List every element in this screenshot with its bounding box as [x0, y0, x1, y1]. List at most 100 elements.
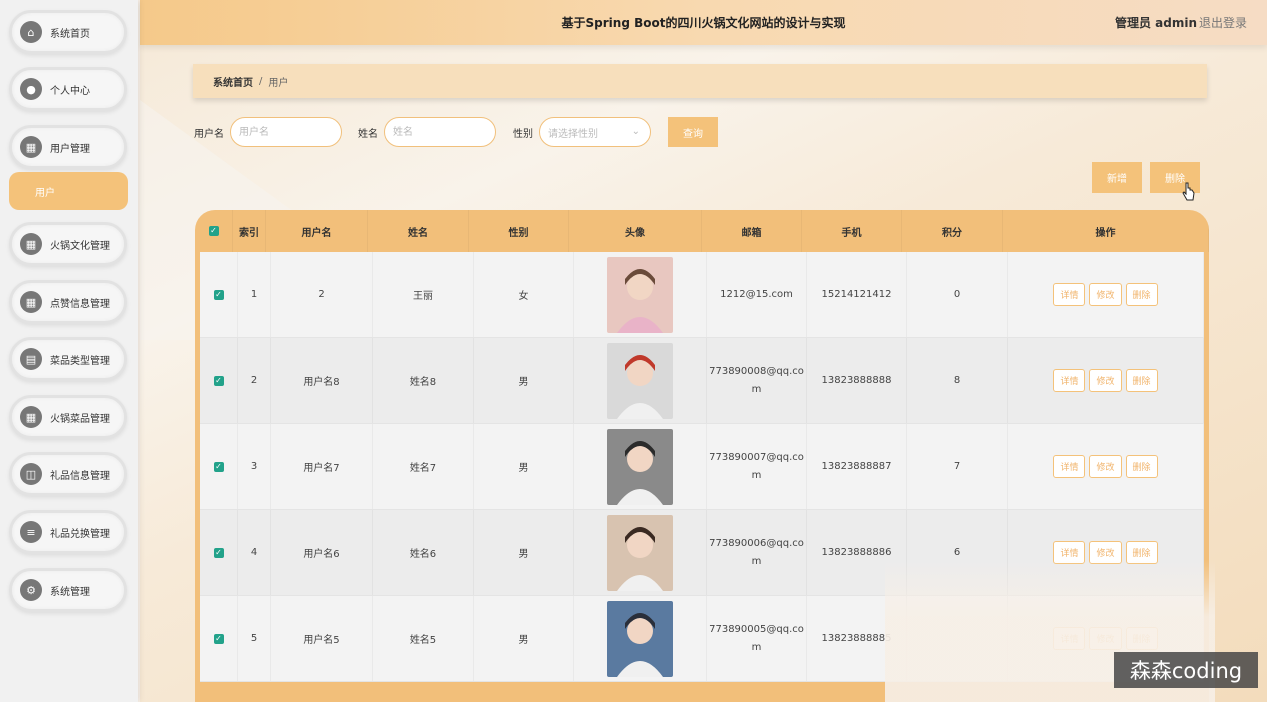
sidebar-item-label: 点赞信息管理	[50, 298, 110, 310]
username-input[interactable]	[230, 117, 342, 147]
row-checkbox[interactable]: ✓	[213, 547, 224, 558]
column-header: 索引	[233, 210, 266, 252]
row-checkbox[interactable]: ✓	[213, 375, 224, 386]
row-checkbox[interactable]: ✓	[213, 289, 224, 300]
name-input[interactable]	[384, 117, 496, 147]
select-all-cell: ✓	[195, 210, 233, 252]
edit-button[interactable]: 修改	[1089, 369, 1122, 392]
row-email: 773890006@qq.co	[709, 537, 804, 549]
edit-button[interactable]: 修改	[1089, 455, 1122, 478]
name-label: 姓名	[358, 129, 378, 140]
column-header: 姓名	[368, 210, 469, 252]
mouse-cursor-icon	[1182, 182, 1195, 201]
settings-icon: ⚙	[20, 579, 42, 601]
sidebar-item-label: 系统首页	[50, 28, 90, 40]
current-user: 管理员 admin	[1114, 16, 1197, 30]
column-header: 性别	[469, 210, 569, 252]
table-cell: 773890006@qq.co m	[707, 510, 807, 595]
row-email-wrap: m	[751, 641, 762, 653]
table-cell	[574, 252, 707, 337]
select-all-checkbox[interactable]: ✓	[208, 226, 219, 236]
user-icon: ●	[20, 78, 42, 100]
table-header: ✓ 索引 用户名 姓名 性别 头像 邮箱 手机 积分 操作	[195, 210, 1209, 252]
sidebar-item-label: 火锅菜品管理	[50, 413, 110, 425]
watermark: 森森coding	[1114, 652, 1258, 688]
sidebar-item-home[interactable]: ⌂ 系统首页	[9, 10, 127, 54]
avatar	[607, 428, 673, 505]
row-checkbox[interactable]: ✓	[213, 633, 224, 644]
sidebar-item-label: 系统管理	[50, 586, 90, 598]
row-name: 姓名5	[409, 635, 437, 646]
table-cell: 用户名8	[271, 338, 373, 423]
table-cell: ✓	[200, 252, 238, 337]
sidebar-subitem-users[interactable]: 用户	[9, 172, 128, 210]
sidebar-item-gifts[interactable]: ◫ 礼品信息管理	[9, 452, 127, 496]
table-cell: 2	[271, 252, 373, 337]
grid-icon: ▦	[20, 291, 42, 313]
gender-select[interactable]: 请选择性别 ⌄	[539, 117, 651, 147]
table-row[interactable]: ✓ 1 2 王丽 女 1212@15.com 15214121412 0 详情 修改 删除	[200, 252, 1204, 338]
gender-select-placeholder: 请选择性别	[548, 128, 598, 140]
sidebar-item-likes[interactable]: ▦ 点赞信息管理	[9, 280, 127, 324]
row-actions: 详情修改删除	[1053, 369, 1158, 392]
table-cell: 15214121412	[807, 252, 907, 337]
table-cell: 0	[907, 252, 1008, 337]
column-header: 积分	[902, 210, 1003, 252]
row-gender: 男	[518, 549, 529, 560]
table-row[interactable]: ✓ 3 用户名7 姓名7 男 773890007@qq.co m 13823888887 7 详情…	[200, 424, 1204, 510]
sidebar-item-label: 火锅文化管理	[50, 240, 110, 252]
sidebar-item-user-management[interactable]: ▦ 用户管理	[9, 125, 127, 169]
row-checkbox[interactable]: ✓	[213, 461, 224, 472]
row-username: 2	[318, 289, 325, 300]
row-points: 0	[953, 289, 961, 300]
add-button[interactable]: 新增	[1092, 162, 1142, 193]
table-cell: 姓名7	[373, 424, 474, 509]
row-actions: 详情修改删除	[1053, 455, 1158, 478]
grid-icon: ▦	[20, 136, 42, 158]
sidebar-item-system[interactable]: ⚙ 系统管理	[9, 568, 127, 612]
sidebar-item-label: 用户管理	[50, 143, 90, 155]
table-cell: 详情修改删除	[1008, 338, 1204, 423]
table-cell: 女	[474, 252, 574, 337]
table-cell: 13823888887	[807, 424, 907, 509]
detail-button[interactable]: 详情	[1053, 455, 1086, 478]
row-username: 用户名6	[303, 549, 340, 560]
sidebar-item-label: 礼品信息管理	[50, 470, 110, 482]
sidebar-item-dish-types[interactable]: ▤ 菜品类型管理	[9, 337, 127, 381]
table-cell: 男	[474, 596, 574, 681]
detail-button[interactable]: 详情	[1053, 369, 1086, 392]
delete-button[interactable]: 删除	[1125, 283, 1158, 306]
table-cell: 男	[474, 510, 574, 595]
list-icon: ≡	[20, 521, 42, 543]
sidebar-item-dishes[interactable]: ▦ 火锅菜品管理	[9, 395, 127, 439]
edit-button[interactable]: 修改	[1089, 283, 1122, 306]
gift-icon: ◫	[20, 463, 42, 485]
table-cell: 姓名6	[373, 510, 474, 595]
sidebar-item-gift-exchange[interactable]: ≡ 礼品兑换管理	[9, 510, 127, 554]
row-gender: 男	[518, 377, 529, 388]
table-cell	[574, 424, 707, 509]
username-label: 用户名	[194, 129, 224, 140]
table-cell: 用户名7	[271, 424, 373, 509]
sidebar-item-hotpot-culture[interactable]: ▦ 火锅文化管理	[9, 222, 127, 266]
sidebar-item-profile[interactable]: ● 个人中心	[9, 67, 127, 111]
logout-link[interactable]: 退出登录	[1199, 14, 1247, 31]
table-cell: 1212@15.com	[707, 252, 807, 337]
table-cell: ✓	[200, 424, 238, 509]
row-username: 用户名7	[303, 463, 340, 474]
row-gender: 男	[518, 635, 529, 646]
avatar	[607, 600, 673, 677]
row-actions: 详情修改删除	[1053, 283, 1158, 306]
row-name: 姓名8	[409, 377, 437, 388]
table-cell: 用户名6	[271, 510, 373, 595]
table-cell: 1	[238, 252, 271, 337]
delete-button[interactable]: 删除	[1125, 369, 1158, 392]
query-button[interactable]: 查询	[668, 117, 718, 147]
detail-button[interactable]: 详情	[1053, 283, 1086, 306]
table-cell: 773890008@qq.co m	[707, 338, 807, 423]
delete-button[interactable]: 删除	[1125, 455, 1158, 478]
table-row[interactable]: ✓ 2 用户名8 姓名8 男 773890008@qq.co m 13823888888 8 详情…	[200, 338, 1204, 424]
row-index: 3	[250, 461, 258, 472]
breadcrumb-home[interactable]: 系统首页	[213, 74, 253, 89]
row-email: 773890007@qq.co	[709, 451, 804, 463]
